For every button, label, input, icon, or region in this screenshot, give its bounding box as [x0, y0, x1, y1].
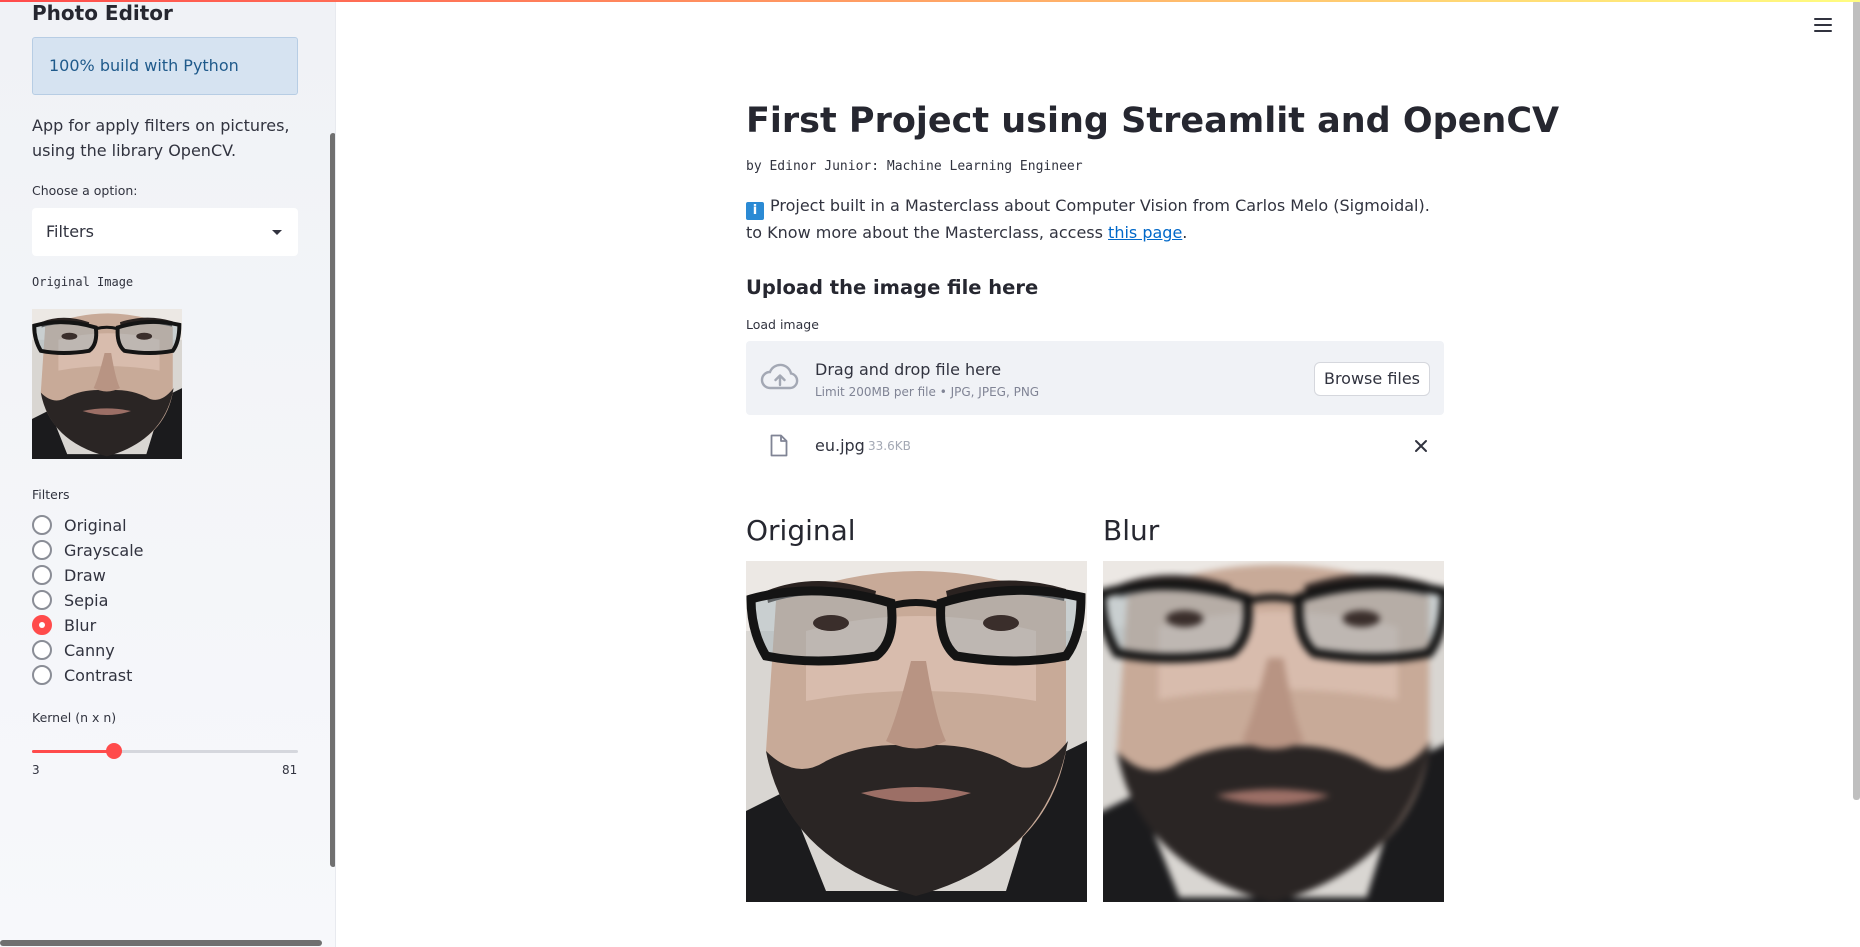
- original-image-caption: Original Image: [32, 275, 134, 289]
- option-select-value: Filters: [46, 222, 94, 241]
- radio-button[interactable]: [32, 665, 52, 685]
- radio-original[interactable]: Original: [32, 514, 127, 536]
- sidebar-horizontal-scrollbar[interactable]: [0, 940, 322, 946]
- kernel-slider[interactable]: [32, 743, 298, 759]
- uploaded-file-row: eu.jpg 33.6KB: [746, 426, 1444, 466]
- radio-label: Canny: [64, 640, 115, 660]
- hamburger-menu-icon[interactable]: [1814, 18, 1832, 34]
- info-text-end: .: [1182, 223, 1188, 242]
- radio-button-selected[interactable]: [32, 615, 52, 635]
- radio-canny[interactable]: Canny: [32, 639, 115, 661]
- slider-max-value: 81: [282, 763, 298, 777]
- option-select[interactable]: Filters: [32, 208, 298, 256]
- radio-button[interactable]: [32, 565, 52, 585]
- file-dropzone[interactable]: Drag and drop file here Limit 200MB per …: [746, 341, 1444, 415]
- original-photo: [746, 561, 1087, 902]
- chevron-down-icon: [272, 230, 282, 235]
- browse-files-button[interactable]: Browse files: [1314, 362, 1430, 396]
- radio-label: Sepia: [64, 590, 109, 610]
- radio-button[interactable]: [32, 590, 52, 610]
- radio-label: Draw: [64, 565, 106, 585]
- sidebar: Photo Editor 100% build with Python App …: [0, 0, 336, 947]
- radio-sepia[interactable]: Sepia: [32, 589, 108, 611]
- info-text: Project built in a Masterclass about Com…: [746, 196, 1430, 242]
- app-description: App for apply filters on pictures, using…: [32, 116, 290, 160]
- masterclass-link[interactable]: this page: [1108, 223, 1182, 242]
- slider-min-value: 3: [32, 763, 40, 777]
- info-icon: i: [746, 202, 764, 220]
- radio-label: Grayscale: [64, 540, 144, 560]
- author-byline: by Edinor Junior: Machine Learning Engin…: [746, 159, 1083, 174]
- main-scrollbar[interactable]: [1853, 0, 1860, 800]
- radio-grayscale[interactable]: Grayscale: [32, 539, 143, 561]
- info-alert: 100% build with Python: [32, 37, 298, 95]
- upload-heading: Upload the image file here: [746, 276, 1039, 299]
- radio-button[interactable]: [32, 515, 52, 535]
- kernel-slider-label: Kernel (n x n): [32, 710, 117, 725]
- page-title: First Project using Streamlit and OpenCV: [746, 101, 1560, 141]
- slider-thumb[interactable]: [106, 743, 123, 759]
- cloud-upload-icon: [760, 363, 799, 390]
- original-column-title: Original: [746, 514, 856, 547]
- dropzone-title: Drag and drop file here: [815, 360, 1002, 379]
- filters-label: Filters: [32, 487, 70, 502]
- sidebar-title: Photo Editor: [32, 1, 173, 25]
- result-column-title: Blur: [1103, 514, 1160, 547]
- dropzone-subtitle: Limit 200MB per file • JPG, JPEG, PNG: [815, 385, 1040, 399]
- info-paragraph: i Project built in a Masterclass about Co…: [746, 193, 1446, 245]
- slider-fill: [32, 750, 115, 753]
- original-image-thumbnail: [32, 309, 182, 459]
- radio-button[interactable]: [32, 640, 52, 660]
- file-icon: [770, 434, 788, 457]
- radio-contrast[interactable]: Contrast: [32, 664, 132, 686]
- radio-blur[interactable]: Blur: [32, 614, 96, 636]
- radio-label: Original: [64, 515, 127, 535]
- top-decoration-bar: [0, 0, 1860, 2]
- radio-draw[interactable]: Draw: [32, 564, 106, 586]
- blurred-photo: [1103, 561, 1444, 902]
- option-select-label: Choose a option:: [32, 183, 138, 198]
- close-icon[interactable]: [1412, 437, 1430, 455]
- radio-button[interactable]: [32, 540, 52, 560]
- radio-label: Blur: [64, 615, 97, 635]
- file-size: 33.6KB: [868, 439, 911, 453]
- file-name: eu.jpg: [815, 436, 865, 455]
- radio-label: Contrast: [64, 665, 133, 685]
- sidebar-scrollbar[interactable]: [330, 133, 335, 867]
- uploader-label: Load image: [746, 317, 819, 332]
